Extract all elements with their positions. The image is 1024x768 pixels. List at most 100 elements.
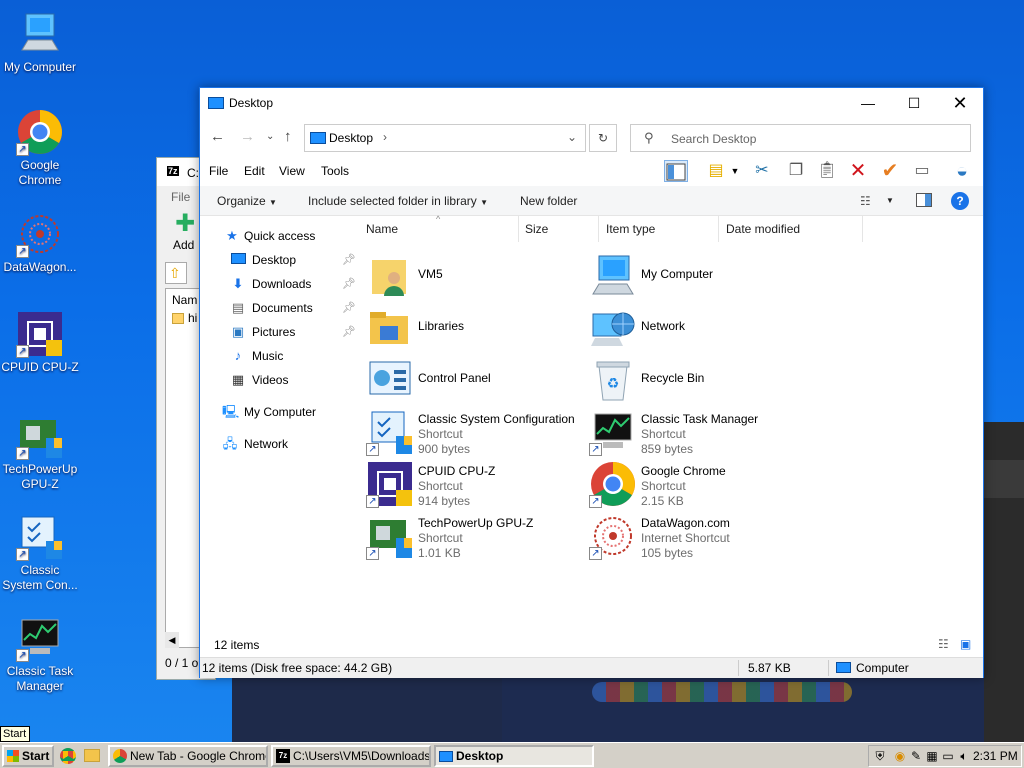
device-icon[interactable]: ▭ [941, 749, 955, 763]
desktop-icon-classic-task-manager[interactable]: ↗ Classic Task Manager [0, 614, 80, 694]
delete-icon[interactable]: ✕ [846, 160, 870, 182]
address-dropdown-icon[interactable]: ⌄ [567, 130, 577, 144]
cut-icon[interactable]: ✂ [750, 160, 774, 182]
nav-downloads[interactable]: ⬇ Downloads 📌︎ [230, 274, 380, 294]
file-item-google-chrome[interactable]: ↗ Google Chrome Shortcut 2.15 KB [589, 460, 809, 508]
column-separator [862, 216, 863, 242]
column-size[interactable]: Size [525, 222, 548, 236]
minimize-button[interactable]: — [845, 88, 891, 118]
menu-tools[interactable]: Tools [321, 164, 349, 178]
computer-icon [16, 10, 64, 58]
preview-pane-icon[interactable] [664, 160, 688, 182]
desktop-icon-cpuz[interactable]: ↗ CPUID CPU-Z [0, 310, 80, 375]
large-icons-view-icon[interactable]: ▣ [960, 637, 971, 651]
file-item-techpowerup-gpu-z[interactable]: ↗ TechPowerUp GPU-Z Shortcut 1.01 KB [366, 512, 586, 560]
wrench-icon[interactable]: ✎ [909, 749, 923, 763]
back-button[interactable]: ← [210, 128, 225, 145]
sevenzip-col-name[interactable]: Nam [172, 293, 197, 307]
shortcut-arrow-icon: ↗ [16, 245, 29, 258]
system-config-icon: ↗ [16, 513, 64, 561]
menu-view[interactable]: View [279, 164, 305, 178]
task-manager-icon: ↗ [16, 614, 64, 662]
recent-dropdown-icon[interactable]: ⌄ [266, 131, 274, 142]
svg-text:♻: ♻ [607, 375, 620, 391]
sevenzip-item[interactable]: hi [188, 311, 197, 325]
view-dropdown-icon[interactable]: ▼ [728, 160, 742, 182]
file-item-control-panel[interactable]: Control Panel [366, 356, 586, 404]
column-date-modified[interactable]: Date modified [726, 222, 800, 236]
close-button[interactable]: ✕ [937, 88, 983, 118]
include-in-library-button[interactable]: Include selected folder in library ▼ [308, 194, 488, 208]
maximize-button[interactable]: ☐ [891, 88, 937, 118]
gpu-card-icon: ↗ [366, 512, 414, 560]
navigation-pane: ★ Quick access Desktop 📌︎ ⬇ Downloads 📌︎… [200, 216, 358, 616]
menu-edit[interactable]: Edit [244, 164, 265, 178]
change-view-icon[interactable]: ☷ [860, 194, 871, 208]
search-box[interactable]: ⚲ Search Desktop [630, 124, 971, 152]
rename-icon[interactable]: ▭ [910, 160, 934, 182]
file-item-classic-task-manager[interactable]: ↗ Classic Task Manager Shortcut 859 byte… [589, 408, 809, 456]
start-button[interactable]: Start [2, 745, 54, 767]
file-item-my-computer[interactable]: My Computer [589, 252, 809, 300]
details-pane-icon[interactable] [916, 193, 932, 210]
organize-button[interactable]: Organize ▼ [217, 194, 277, 208]
desktop-icon-classic-system-config[interactable]: ↗ Classic System Con... [0, 513, 80, 593]
network-icon[interactable]: ▦ [925, 749, 939, 763]
task-desktop-explorer[interactable]: Desktop [434, 745, 594, 767]
shield-icon[interactable]: ⛨ [873, 749, 887, 763]
copy-icon[interactable]: ❐ [784, 160, 808, 182]
network-icon: 🖧︎ [222, 436, 238, 451]
nav-documents[interactable]: ▤ Documents 📌︎ [230, 298, 380, 318]
new-folder-button[interactable]: New folder [520, 194, 577, 208]
up-folder-button[interactable]: ⇧ [165, 262, 187, 284]
desktop-icon-datawagon[interactable]: ↗ DataWagon... [0, 210, 80, 275]
view-options-dropdown-icon[interactable]: ▼ [886, 196, 894, 205]
quicklaunch-chrome-icon[interactable] [60, 748, 76, 764]
task-sevenzip[interactable]: 7z C:\Users\VM5\Downloads... [271, 745, 431, 767]
sevenzip-menu-file[interactable]: File [171, 190, 190, 204]
menu-file[interactable]: File [209, 164, 228, 178]
nav-pictures[interactable]: ▣ Pictures 📌︎ [230, 322, 380, 342]
up-button[interactable]: ↑ [284, 128, 292, 145]
column-item-type[interactable]: Item type [606, 222, 655, 236]
file-item-classic-system-configuration[interactable]: ↗ Classic System Configuration Shortcut … [366, 408, 586, 456]
details-view-icon[interactable]: ☷ [938, 637, 949, 651]
nav-desktop[interactable]: Desktop 📌︎ [230, 250, 380, 270]
desktop-icon-label: My Computer [3, 60, 77, 74]
refresh-button[interactable]: ↻ [589, 124, 617, 152]
file-item-vm5[interactable]: VM5 [366, 252, 586, 300]
file-item-datawagon[interactable]: ↗ DataWagon.com Internet Shortcut 105 by… [589, 512, 809, 560]
shell-icon[interactable]: ◒ [950, 160, 974, 182]
help-icon[interactable]: ? [951, 192, 969, 210]
quicklaunch-folder-icon[interactable] [84, 749, 100, 762]
volume-icon[interactable]: 🔈︎ [957, 749, 971, 763]
column-name[interactable]: Name [366, 222, 398, 236]
file-item-network[interactable]: Network [589, 304, 809, 352]
item-name: TechPowerUp GPU-Z [418, 516, 534, 530]
folder-up-icon: ⇧ [169, 265, 181, 281]
search-input[interactable]: Search Desktop [671, 132, 756, 146]
check-icon[interactable]: ✔ [878, 160, 902, 182]
breadcrumb-chevron-icon[interactable]: › [383, 130, 387, 144]
file-item-cpuid-cpu-z[interactable]: ↗ CPUID CPU-Z Shortcut 914 bytes [366, 460, 586, 508]
address-text: Desktop [329, 131, 374, 145]
address-bar[interactable]: Desktop › ⌄ [304, 124, 586, 152]
paste-icon[interactable]: 📋︎ [815, 160, 839, 182]
item-name: Libraries [418, 319, 465, 333]
shortcut-arrow-icon: ↗ [16, 447, 29, 460]
file-item-libraries[interactable]: Libraries [366, 304, 586, 352]
folder-view-icon[interactable]: ▤ [704, 160, 728, 182]
desktop-icon-my-computer[interactable]: My Computer [0, 10, 80, 75]
explorer-titlebar[interactable]: Desktop — ☐ ✕ [200, 88, 983, 118]
sevenzip-scroll-left[interactable]: ◀ [165, 632, 179, 648]
explorer-window[interactable]: Desktop — ☐ ✕ ← → ⌄ ↑ Desktop › ⌄ ↻ ⚲ Se… [199, 87, 984, 678]
security-icon[interactable]: ◉ [893, 749, 907, 763]
sevenzip-icon: 7z [276, 749, 290, 763]
desktop-icon-gpuz[interactable]: ↗ TechPowerUp GPU-Z [0, 412, 80, 492]
clock[interactable]: 2:31 PM [973, 749, 1018, 763]
task-chrome[interactable]: New Tab - Google Chrome [108, 745, 268, 767]
file-item-recycle-bin[interactable]: ♻ Recycle Bin [589, 356, 809, 404]
menu-bar: File Edit View Tools ▤ ▼ ✂ ❐ 📋︎ ✕ ✔ ▭ ◒ [200, 156, 983, 186]
forward-button[interactable]: → [240, 128, 255, 145]
desktop-icon-google-chrome[interactable]: ↗ Google Chrome [0, 108, 80, 188]
